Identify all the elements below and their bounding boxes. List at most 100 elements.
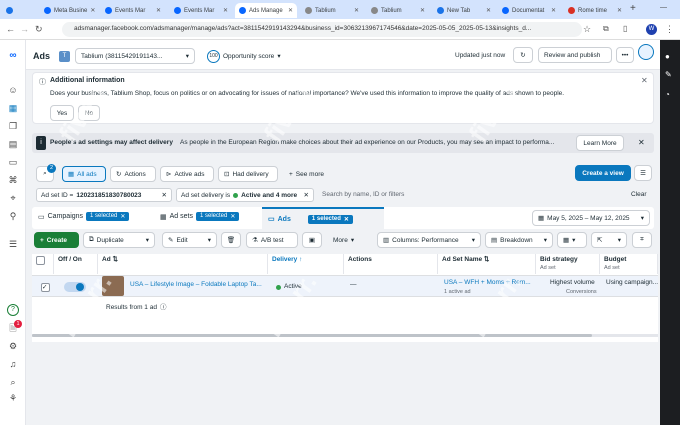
pen-icon[interactable]: ✎ [665, 70, 672, 79]
edit-button[interactable]: ✎ Edit ▾ [162, 232, 217, 248]
tab-tablium-1[interactable]: Tablium ✕ [301, 3, 363, 18]
tab-rome-time[interactable]: Rome time ✕ [564, 3, 626, 18]
close-icon[interactable]: ✕ [617, 7, 622, 14]
minimize-icon[interactable]: — [660, 4, 667, 11]
header-bid-strategy[interactable]: Bid strategy Ad set [536, 254, 600, 274]
view-settings-button[interactable]: ☰ [634, 165, 652, 181]
tab-ad-sets[interactable]: ▦ Ad sets 1 selected ✕ [160, 212, 240, 221]
forward-icon[interactable]: → [20, 24, 29, 34]
select-all-checkbox[interactable] [36, 256, 45, 265]
header-ad-set-name[interactable]: Ad Set Name ⇅ [438, 254, 536, 274]
extensions-icon[interactable]: ⧉ [603, 24, 609, 34]
tab-new-tab[interactable]: New Tab ✕ [433, 3, 495, 18]
create-view-button[interactable]: Create a view [575, 165, 631, 181]
ai-assistant-icon[interactable] [638, 44, 654, 60]
header-ad[interactable]: Ad ⇅ [98, 254, 268, 274]
settings-icon[interactable]: ⚲ [7, 210, 19, 222]
create-button[interactable]: + Create [34, 232, 79, 248]
view-active-ads[interactable]: ⊳ Active ads [160, 166, 214, 182]
account-overview-icon[interactable]: ☺ [7, 84, 19, 96]
review-publish-button[interactable]: Review and publish [538, 47, 612, 63]
horizontal-scrollbar[interactable] [32, 334, 658, 337]
close-icon[interactable]: ✕ [551, 7, 556, 14]
opportunity-score-button[interactable]: 100 Opportunity score ▾ [202, 48, 312, 64]
events-manager-icon[interactable]: ⌘ [7, 174, 19, 186]
panel-logo-icon[interactable]: ● [665, 52, 670, 61]
filter-search-input[interactable]: Search by name, ID or filters [322, 191, 404, 198]
breakdown-dropdown[interactable]: ▤ Breakdown ▾ [485, 232, 553, 248]
tab-events-manager-2[interactable]: Events Mar ✕ [170, 3, 232, 18]
duplicate-button[interactable]: ⧉ Duplicate ▾ [83, 232, 155, 248]
close-icon[interactable]: ✕ [120, 213, 125, 220]
header-off-on[interactable]: Off / On [54, 254, 98, 274]
url-input[interactable]: adsmanager.facebook.com/adsmanager/manag… [62, 22, 582, 37]
reports-icon[interactable]: ⌖ [7, 192, 19, 204]
history-icon[interactable]: ◔ [665, 90, 670, 99]
pages-icon[interactable]: ❐ [7, 120, 19, 132]
chrome-menu-icon[interactable]: ⋮ [665, 24, 674, 35]
help-icon[interactable]: ? [7, 304, 19, 316]
tab-campaigns[interactable]: ▭ Campaigns 1 selected ✕ [38, 212, 130, 221]
close-icon[interactable]: ✕ [641, 76, 648, 85]
export-dropdown[interactable]: ⇱ ▾ [591, 232, 627, 248]
new-tab-plus-icon[interactable]: + [630, 3, 636, 14]
tab-ads[interactable]: ▭ Ads 1 selected ✕ [262, 207, 384, 229]
close-icon[interactable]: ✕ [230, 213, 235, 220]
filter-ad-set-delivery[interactable]: Ad set delivery is Active and 4 more ✕ [176, 188, 314, 202]
bug-report-icon[interactable]: ⚘ [7, 392, 19, 404]
close-icon[interactable]: ✕ [90, 7, 95, 14]
chart-button[interactable]: ⌗ [632, 232, 652, 248]
view-all-ads[interactable]: ▦ All ads [62, 166, 106, 182]
ad-thumbnail[interactable] [102, 276, 124, 296]
view-actions[interactable]: ↻ Actions [110, 166, 156, 182]
alerts-bell-icon[interactable]: ♫ [7, 358, 19, 370]
more-button[interactable]: More ▾ [328, 232, 366, 248]
tab-tablium-2[interactable]: Tablium ✕ [367, 3, 429, 18]
see-more-button[interactable]: + See more [284, 166, 336, 182]
ab-test-button[interactable]: ⚗ A/B test [246, 232, 298, 248]
filter-ad-set-id[interactable]: Ad set ID = 120231851830780023 ✕ [36, 188, 172, 202]
header-delivery[interactable]: Delivery ↑ [268, 254, 344, 274]
header-budget[interactable]: Budget Ad set [600, 254, 658, 274]
reports-dropdown[interactable]: ▦ ▾ [557, 232, 587, 248]
close-icon[interactable]: ✕ [420, 7, 425, 14]
on-off-toggle[interactable] [64, 282, 86, 292]
learn-more-button[interactable]: Learn More [576, 135, 624, 151]
more-options-button[interactable]: ••• [616, 47, 634, 63]
close-icon[interactable]: ✕ [156, 7, 161, 14]
audiences-icon[interactable]: ▤ [7, 138, 19, 150]
campaigns-grid-icon[interactable]: ▦ [7, 102, 19, 114]
close-icon[interactable]: ✕ [162, 191, 167, 199]
billing-card-icon[interactable]: ▭ [7, 156, 19, 168]
close-icon[interactable]: ✕ [304, 191, 309, 199]
clear-filters-link[interactable]: Clear [631, 191, 647, 198]
close-icon[interactable]: ✕ [223, 7, 228, 14]
profile-avatar[interactable]: W [646, 24, 657, 35]
preview-button[interactable]: ▣ [302, 232, 322, 248]
close-icon[interactable]: ✕ [288, 7, 293, 14]
delete-button[interactable]: 🗑 [221, 232, 241, 248]
no-button[interactable]: No [78, 105, 100, 121]
bookmark-star-icon[interactable]: ☆ [583, 24, 591, 35]
columns-dropdown[interactable]: ▥ Columns: Performance ▾ [377, 232, 481, 248]
tab-events-manager-1[interactable]: Events Mar ✕ [101, 3, 165, 18]
close-icon[interactable]: ✕ [354, 7, 359, 14]
tab-meta-business[interactable]: Meta Busine ✕ [40, 3, 98, 18]
close-icon[interactable]: ✕ [344, 216, 349, 223]
date-range-picker[interactable]: ▦ May 5, 2025 – May 12, 2025 ▾ [532, 210, 650, 226]
ad-name-link[interactable]: USA – Lifestyle Image – Foldable Laptop … [126, 279, 266, 295]
refresh-button[interactable]: ↻ [513, 47, 533, 63]
sidepanel-icon[interactable]: ▯ [623, 24, 627, 33]
header-actions[interactable]: Actions [344, 254, 438, 274]
scrollbar-thumb[interactable] [32, 334, 592, 337]
meta-logo-icon[interactable]: ∞ [7, 50, 19, 62]
header-select-all[interactable] [32, 254, 54, 274]
search-icon[interactable]: ⚙ [7, 340, 19, 352]
reload-icon[interactable]: ↻ [35, 24, 43, 35]
back-icon[interactable]: ← [6, 24, 15, 34]
tab-documentation[interactable]: Documentat ✕ [498, 3, 560, 18]
tab-pinned[interactable] [2, 3, 16, 18]
all-tools-icon[interactable]: ☰ [7, 238, 19, 250]
tab-ads-manager[interactable]: Ads Manage ✕ [235, 3, 297, 18]
account-selector[interactable]: Tablium (38115429191143... ▾ [75, 48, 195, 64]
